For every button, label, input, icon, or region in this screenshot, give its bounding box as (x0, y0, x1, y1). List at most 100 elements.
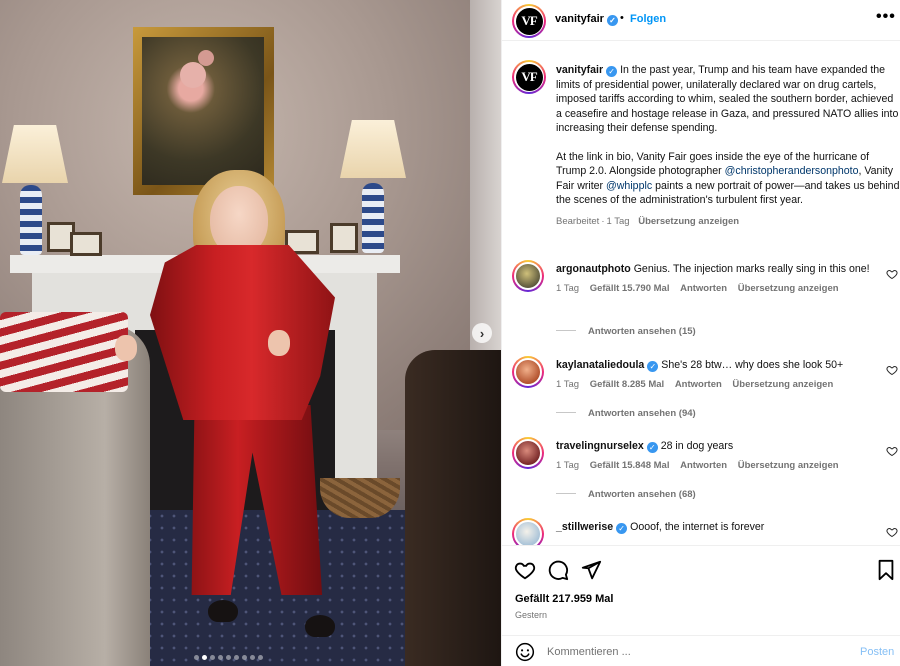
photo-picture-frame (330, 223, 358, 253)
edited-label: Bearbeitet (556, 215, 600, 227)
carousel-dot (226, 655, 231, 660)
carousel-next-button[interactable]: › (472, 323, 492, 343)
carousel-dot (250, 655, 255, 660)
heart-icon[interactable] (886, 445, 898, 457)
photo-striped-blanket (0, 312, 128, 392)
photo-painting-flower (198, 50, 214, 66)
photo-shoe (305, 615, 335, 637)
carousel-dot (218, 655, 223, 660)
replies-divider (556, 412, 576, 413)
translate-link[interactable]: Übersetzung anzeigen (738, 460, 839, 471)
follow-button[interactable]: Folgen (630, 13, 666, 25)
caption-age: 1 Tag (606, 215, 630, 227)
commenter-avatar[interactable] (512, 518, 544, 545)
photo-lampbase-left (20, 185, 42, 255)
share-icon[interactable] (580, 559, 602, 581)
verified-icon: ✓ (616, 523, 628, 534)
photo-hand (268, 330, 290, 356)
emoji-icon[interactable] (515, 642, 535, 662)
post-header: VF vanityfair ✓ • Folgen ••• (502, 0, 900, 41)
photo-hand (115, 335, 137, 361)
post-photo[interactable]: › (0, 0, 501, 666)
replies-divider (556, 493, 576, 494)
verified-icon: ✓ (606, 15, 618, 26)
comment-text: She's 28 btw… why does she look 50+ (661, 359, 844, 371)
author-avatar[interactable]: VF (512, 4, 546, 38)
comment-input[interactable] (547, 642, 847, 662)
comment-text: Genius. The injection marks really sing … (633, 263, 870, 275)
more-options-icon[interactable]: ••• (876, 8, 896, 26)
photo-wooden-chair (405, 350, 501, 666)
reply-button[interactable]: Antworten (675, 379, 722, 390)
post-date: Gestern (515, 610, 548, 620)
commenter-username[interactable]: kaylanataliedoula (556, 359, 644, 371)
comment-text: 28 in dog years (660, 440, 734, 452)
comment-likes[interactable]: Gefällt 8.285 Mal (590, 379, 664, 390)
carousel-dot (210, 655, 215, 660)
comment-likes[interactable]: Gefällt 15.848 Mal (590, 460, 670, 471)
reply-button[interactable]: Antworten (680, 283, 727, 294)
author-username[interactable]: vanityfair ✓ (555, 13, 618, 26)
photo-basket (320, 478, 400, 518)
caption-meta: Bearbeitet · 1 Tag Übersetzung anzeigen (556, 215, 900, 230)
vanityfair-logo: VF (515, 7, 543, 35)
view-replies-button[interactable]: Antworten ansehen (94) (556, 408, 696, 419)
commenter-avatar[interactable] (512, 356, 544, 388)
caption-username[interactable]: vanityfair (556, 64, 603, 76)
carousel-dot (202, 655, 207, 660)
carousel-indicator (194, 655, 263, 660)
photo-picture-frame (70, 232, 102, 256)
caption-text: vanityfair ✓ In the past year, Trump and … (556, 63, 900, 229)
view-replies-button[interactable]: Antworten ansehen (68) (556, 489, 696, 500)
heart-icon[interactable] (886, 268, 898, 280)
translate-link[interactable]: Übersetzung anzeigen (638, 216, 739, 227)
heart-icon[interactable] (886, 526, 898, 538)
verified-icon: ✓ (647, 361, 659, 372)
comment-composer: Posten (502, 635, 900, 666)
post-actions: Gefällt 217.959 Mal Gestern (502, 545, 900, 635)
photo-shoe (208, 600, 238, 622)
carousel-dot (194, 655, 199, 660)
translate-link[interactable]: Übersetzung anzeigen (738, 283, 839, 294)
carousel-dot (242, 655, 247, 660)
comments-scroll-area[interactable]: VF vanityfair ✓ In the past year, Trump a… (502, 42, 900, 545)
separator-dot: • (620, 12, 624, 24)
commenter-username[interactable]: argonautphoto (556, 263, 631, 275)
photo-lampbase-right (362, 183, 384, 253)
view-replies-label[interactable]: Antworten ansehen (15) (588, 326, 696, 337)
commenter-avatar[interactable] (512, 437, 544, 469)
vanityfair-logo: VF (515, 63, 543, 91)
post-button[interactable]: Posten (860, 646, 894, 658)
author-username-text[interactable]: vanityfair (555, 13, 604, 25)
commenter-username[interactable]: _stillwerise (556, 521, 613, 533)
reply-button[interactable]: Antworten (680, 460, 727, 471)
comment-likes[interactable]: Gefällt 15.790 Mal (590, 283, 670, 294)
mention-link[interactable]: @christopherandersonphoto (725, 165, 859, 177)
comment-icon[interactable] (547, 559, 569, 581)
translate-link[interactable]: Übersetzung anzeigen (732, 379, 833, 390)
caption-avatar[interactable]: VF (512, 60, 546, 94)
bookmark-icon[interactable] (875, 559, 897, 581)
heart-icon[interactable] (886, 364, 898, 376)
view-replies-label[interactable]: Antworten ansehen (94) (588, 408, 696, 419)
comment-age: 1 Tag (556, 459, 580, 471)
verified-icon: ✓ (606, 66, 618, 77)
view-replies-label[interactable]: Antworten ansehen (68) (588, 489, 696, 500)
carousel-dot (258, 655, 263, 660)
like-heart-icon[interactable] (514, 559, 536, 581)
meta-dot: · (601, 215, 605, 227)
photo-red-suit (150, 245, 335, 420)
post-sidebar: VF vanityfair ✓ • Folgen ••• VF vanityfai… (501, 0, 900, 666)
commenter-avatar[interactable] (512, 260, 544, 292)
likes-count[interactable]: Gefällt 217.959 Mal (515, 593, 613, 605)
comment-age: 1 Tag (556, 282, 580, 294)
photo-painting-flower (180, 62, 206, 88)
caption-paragraph-2: At the link in bio, Vanity Fair goes ins… (556, 150, 900, 208)
verified-icon: ✓ (646, 442, 658, 453)
comment-text: Oooof, the internet is forever (630, 521, 765, 533)
mention-link[interactable]: @whipplc (606, 180, 652, 192)
commenter-username[interactable]: travelingnurselex (556, 440, 644, 452)
view-replies-button[interactable]: Antworten ansehen (15) (556, 326, 696, 337)
carousel-dot (234, 655, 239, 660)
comment-age: 1 Tag (556, 378, 580, 390)
